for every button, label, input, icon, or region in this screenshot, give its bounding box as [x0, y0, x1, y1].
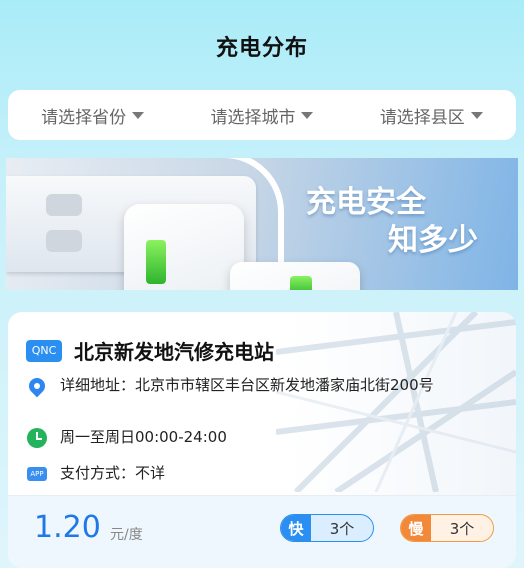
location-pin-icon: [25, 374, 49, 398]
clock-icon: [26, 428, 48, 450]
charging-safety-banner[interactable]: 充电安全 知多少: [6, 158, 518, 290]
operator-logo: QNC: [26, 339, 62, 362]
banner-line-1: 充电安全: [306, 185, 426, 220]
station-card[interactable]: QNC 北京新发地汽修充电站 详细地址：北京市市辖区丰台区新发地潘家庙北街200…: [8, 312, 516, 568]
banner-headline: 充电安全 知多少: [306, 184, 506, 260]
city-dropdown-label: 请选择城市: [210, 107, 296, 128]
caret-down-icon: [301, 111, 314, 119]
charger-indicator: [290, 276, 312, 290]
fast-count: 3个: [329, 519, 355, 538]
payment-label: 支付方式：: [60, 464, 136, 482]
payment-text: 支付方式：不详: [60, 464, 165, 483]
app-icon: APP: [26, 464, 48, 486]
price-value: 1.20: [34, 510, 101, 545]
station-header: QNC 北京新发地汽修充电站: [26, 336, 274, 365]
slow-count: 3个: [449, 519, 475, 538]
city-dropdown[interactable]: 请选择城市: [210, 103, 314, 128]
address-label: 详细地址：: [60, 376, 136, 394]
hours-row: 周一至周日00:00-24:00: [26, 428, 496, 450]
banner-line-2: 知多少: [388, 223, 478, 258]
district-dropdown-label: 请选择县区: [379, 107, 465, 128]
hours-text: 周一至周日00:00-24:00: [60, 428, 227, 446]
page-header: 充电分布: [0, 30, 524, 62]
province-dropdown[interactable]: 请选择省份: [41, 103, 145, 128]
address-text: 详细地址：北京市市辖区丰台区新发地潘家庙北街200号: [60, 376, 434, 395]
station-name: 北京新发地汽修充电站: [74, 340, 274, 364]
caret-down-icon: [132, 111, 145, 119]
fast-tag: 快: [281, 515, 311, 541]
slow-charger-count-badge[interactable]: 慢 3个: [400, 514, 494, 542]
page-title: 充电分布: [215, 36, 308, 61]
payment-value: 不详: [135, 464, 166, 482]
province-dropdown-label: 请选择省份: [41, 107, 127, 128]
charger-image: [124, 204, 244, 290]
price-unit: 元/度: [110, 527, 143, 543]
charger-indicator: [146, 240, 166, 284]
socket-hole: [46, 230, 82, 252]
address-row: 详细地址：北京市市辖区丰台区新发地潘家庙北街200号: [25, 374, 496, 398]
address-value: 北京市市辖区丰台区新发地潘家庙北街200号: [135, 376, 434, 394]
slow-tag: 慢: [401, 515, 431, 541]
payment-row: APP 支付方式：不详: [26, 464, 496, 486]
fast-charger-count-badge[interactable]: 快 3个: [280, 514, 374, 542]
caret-down-icon: [470, 111, 483, 119]
station-card-footer: 1.20 元/度 快 3个 慢 3个: [8, 495, 516, 568]
district-dropdown[interactable]: 请选择县区: [380, 103, 483, 128]
region-filter-bar: 请选择省份 请选择城市 请选择县区: [8, 90, 516, 140]
charger-image-secondary: [230, 262, 360, 290]
socket-hole: [46, 194, 82, 216]
